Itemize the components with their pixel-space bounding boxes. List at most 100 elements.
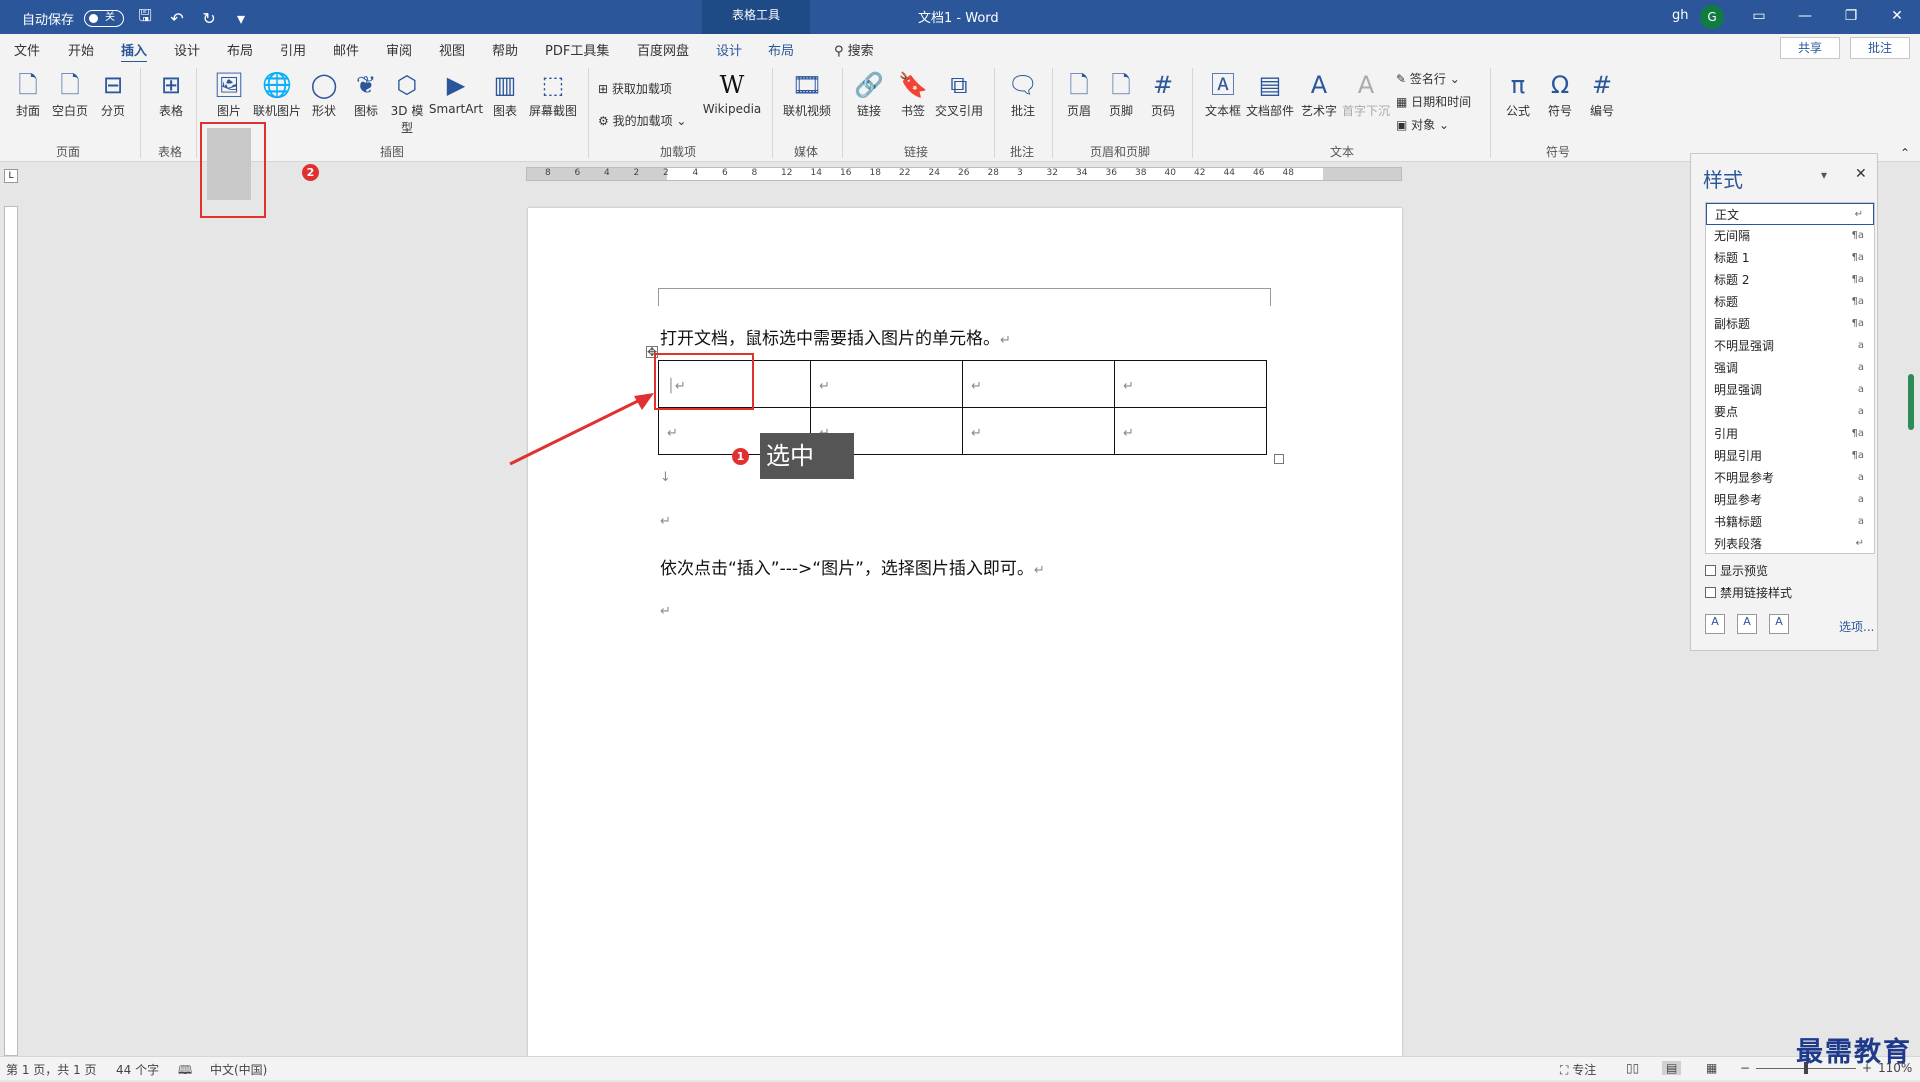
word-count[interactable]: 44 个字: [116, 1061, 159, 1078]
bookmark-button[interactable]: 🔖 书签: [896, 70, 930, 119]
user-name[interactable]: gh: [1672, 8, 1689, 23]
tab-home[interactable]: 开始: [68, 40, 94, 59]
tab-selector[interactable]: L: [4, 169, 18, 183]
comments-button[interactable]: 批注: [1850, 37, 1910, 59]
picture-button[interactable]: 🖼 图片: [208, 70, 250, 119]
online-picture-button[interactable]: 🌐 联机图片: [252, 70, 302, 119]
style-item[interactable]: 标题 1 ¶a: [1706, 247, 1874, 269]
disable-linked-styles-checkbox[interactable]: 禁用链接样式: [1705, 584, 1792, 601]
page-number-button[interactable]: # 页码: [1148, 70, 1178, 119]
number-button[interactable]: # 编号: [1584, 70, 1620, 119]
blank-page-button[interactable]: 🗋 空白页: [50, 70, 90, 119]
style-item[interactable]: 要点 a: [1706, 401, 1874, 423]
new-style-icon[interactable]: A: [1705, 614, 1725, 634]
icons-button[interactable]: ❦ 图标: [348, 70, 384, 119]
table-resize-handle[interactable]: [1274, 454, 1284, 464]
close-icon[interactable]: ✕: [1874, 0, 1920, 34]
online-video-button[interactable]: 🎞 联机视频: [780, 70, 834, 119]
tab-pdf-tools[interactable]: PDF工具集: [545, 40, 609, 59]
scrollbar-thumb[interactable]: [1908, 374, 1914, 430]
screenshot-button[interactable]: ⬚ 屏幕截图: [526, 70, 580, 119]
tab-table-layout[interactable]: 布局: [768, 40, 794, 59]
focus-mode-button[interactable]: ⛶ 专注: [1560, 1061, 1596, 1078]
table-cell[interactable]: ↵: [1114, 407, 1267, 455]
table-cell[interactable]: ↵: [1114, 360, 1267, 408]
chart-button[interactable]: ▥ 图表: [488, 70, 522, 119]
style-list[interactable]: 正文 ↵ 无间隔 ¶a 标题 1 ¶a 标题 2 ¶a 标题 ¶a 副标题 ¶a 不明显强调 a 强调 a 明显…: [1705, 202, 1875, 554]
search-box[interactable]: ⚲ 搜索: [834, 40, 874, 59]
pane-options-icon[interactable]: ▾: [1821, 168, 1827, 182]
style-item[interactable]: 副标题 ¶a: [1706, 313, 1874, 335]
tab-view[interactable]: 视图: [439, 40, 465, 59]
zoom-out-icon[interactable]: −: [1740, 1061, 1750, 1075]
collapse-ribbon-icon[interactable]: ⌃: [1900, 146, 1910, 160]
style-item[interactable]: 标题 ¶a: [1706, 291, 1874, 313]
comment-button[interactable]: 🗨 批注: [1004, 70, 1042, 119]
table-cell[interactable]: ↵: [962, 360, 1115, 408]
style-item[interactable]: 标题 2 ¶a: [1706, 269, 1874, 291]
style-item[interactable]: 列表段落 ↵: [1706, 533, 1874, 555]
date-time-button[interactable]: ▦ 日期和时间: [1396, 93, 1471, 110]
style-item[interactable]: 明显引用 ¶a: [1706, 445, 1874, 467]
autosave-toggle[interactable]: 关: [84, 9, 125, 27]
language[interactable]: 中文(中国): [210, 1061, 267, 1078]
my-addins-button[interactable]: ⚙ 我的加载项 ⌄: [598, 112, 686, 129]
tab-design[interactable]: 设计: [174, 40, 200, 59]
minimize-icon[interactable]: —: [1782, 0, 1828, 34]
shapes-button[interactable]: ◯ 形状: [306, 70, 342, 119]
style-item[interactable]: 书籍标题 a: [1706, 511, 1874, 533]
style-item[interactable]: 不明显参考 a: [1706, 467, 1874, 489]
show-preview-checkbox[interactable]: 显示预览: [1705, 562, 1768, 579]
wikipedia-button[interactable]: W Wikipedia: [700, 70, 764, 116]
style-item[interactable]: 无间隔 ¶a: [1706, 225, 1874, 247]
close-pane-icon[interactable]: ✕: [1855, 166, 1867, 182]
symbol-button[interactable]: Ω 符号: [1542, 70, 1578, 119]
customize-qat-icon[interactable]: ▾: [230, 8, 252, 28]
signature-line-button[interactable]: ✎ 签名行 ⌄: [1396, 70, 1460, 87]
table-cell[interactable]: ↵: [810, 360, 963, 408]
page-break-button[interactable]: ⊟ 分页: [96, 70, 130, 119]
smartart-button[interactable]: ▶ SmartArt: [428, 70, 484, 116]
header-button[interactable]: 🗋 页眉: [1064, 70, 1094, 119]
get-addins-button[interactable]: ⊞ 获取加载项: [598, 80, 672, 97]
tab-insert[interactable]: 插入: [121, 40, 148, 64]
tab-mailings[interactable]: 邮件: [333, 40, 359, 59]
print-layout-icon[interactable]: ▤: [1662, 1061, 1682, 1075]
web-layout-icon[interactable]: ▦: [1706, 1061, 1717, 1075]
tab-baidu-netdisk[interactable]: 百度网盘: [637, 40, 689, 59]
cover-page-button[interactable]: 🗋 封面: [12, 70, 44, 119]
redo-icon[interactable]: ↻: [198, 8, 220, 28]
undo-icon[interactable]: ↶: [166, 8, 188, 28]
style-item[interactable]: 强调 a: [1706, 357, 1874, 379]
avatar[interactable]: G: [1700, 5, 1724, 29]
tab-file[interactable]: 文件: [14, 40, 40, 59]
style-item[interactable]: 正文 ↵: [1706, 203, 1874, 225]
tab-table-design[interactable]: 设计: [716, 40, 742, 59]
equation-button[interactable]: π 公式: [1500, 70, 1536, 119]
page-count[interactable]: 第 1 页，共 1 页: [6, 1061, 97, 1078]
style-item[interactable]: 不明显强调 a: [1706, 335, 1874, 357]
share-button[interactable]: 共享: [1780, 37, 1840, 59]
quick-parts-button[interactable]: ▤ 文档部件: [1244, 70, 1296, 119]
options-link[interactable]: 选项...: [1839, 618, 1874, 635]
textbox-button[interactable]: 🄰 文本框: [1202, 70, 1244, 119]
footer-button[interactable]: 🗋 页脚: [1106, 70, 1136, 119]
link-button[interactable]: 🔗 链接: [852, 70, 886, 119]
style-inspector-icon[interactable]: A: [1737, 614, 1757, 634]
table-cell[interactable]: ↵: [962, 407, 1115, 455]
style-item[interactable]: 明显参考 a: [1706, 489, 1874, 511]
table-button[interactable]: ⊞ 表格: [154, 70, 188, 119]
paragraph-2[interactable]: 依次点击“插入”--->“图片”，选择图片插入即可。↵: [660, 554, 1045, 579]
proofing-icon[interactable]: 🕮: [178, 1061, 192, 1082]
object-button[interactable]: ▣ 对象 ⌄: [1396, 116, 1449, 133]
3d-models-button[interactable]: ⬡ 3D 模型: [388, 70, 426, 136]
style-item[interactable]: 引用 ¶a: [1706, 423, 1874, 445]
save-icon[interactable]: 🖫: [134, 6, 156, 28]
tab-references[interactable]: 引用: [280, 40, 306, 59]
paragraph-1[interactable]: 打开文档，鼠标选中需要插入图片的单元格。↵: [660, 324, 1011, 349]
ribbon-display-icon[interactable]: ▭: [1736, 0, 1782, 34]
cross-reference-button[interactable]: ⧉ 交叉引用: [934, 70, 984, 119]
horizontal-ruler[interactable]: 8 6 4 2 2 4 6 8 12 14 16 18 22 24 26 28 3 32 34 36 38 40 42 44 4…: [526, 167, 1402, 181]
read-mode-icon[interactable]: ▯▯: [1626, 1061, 1639, 1075]
manage-styles-icon[interactable]: A: [1769, 614, 1789, 634]
